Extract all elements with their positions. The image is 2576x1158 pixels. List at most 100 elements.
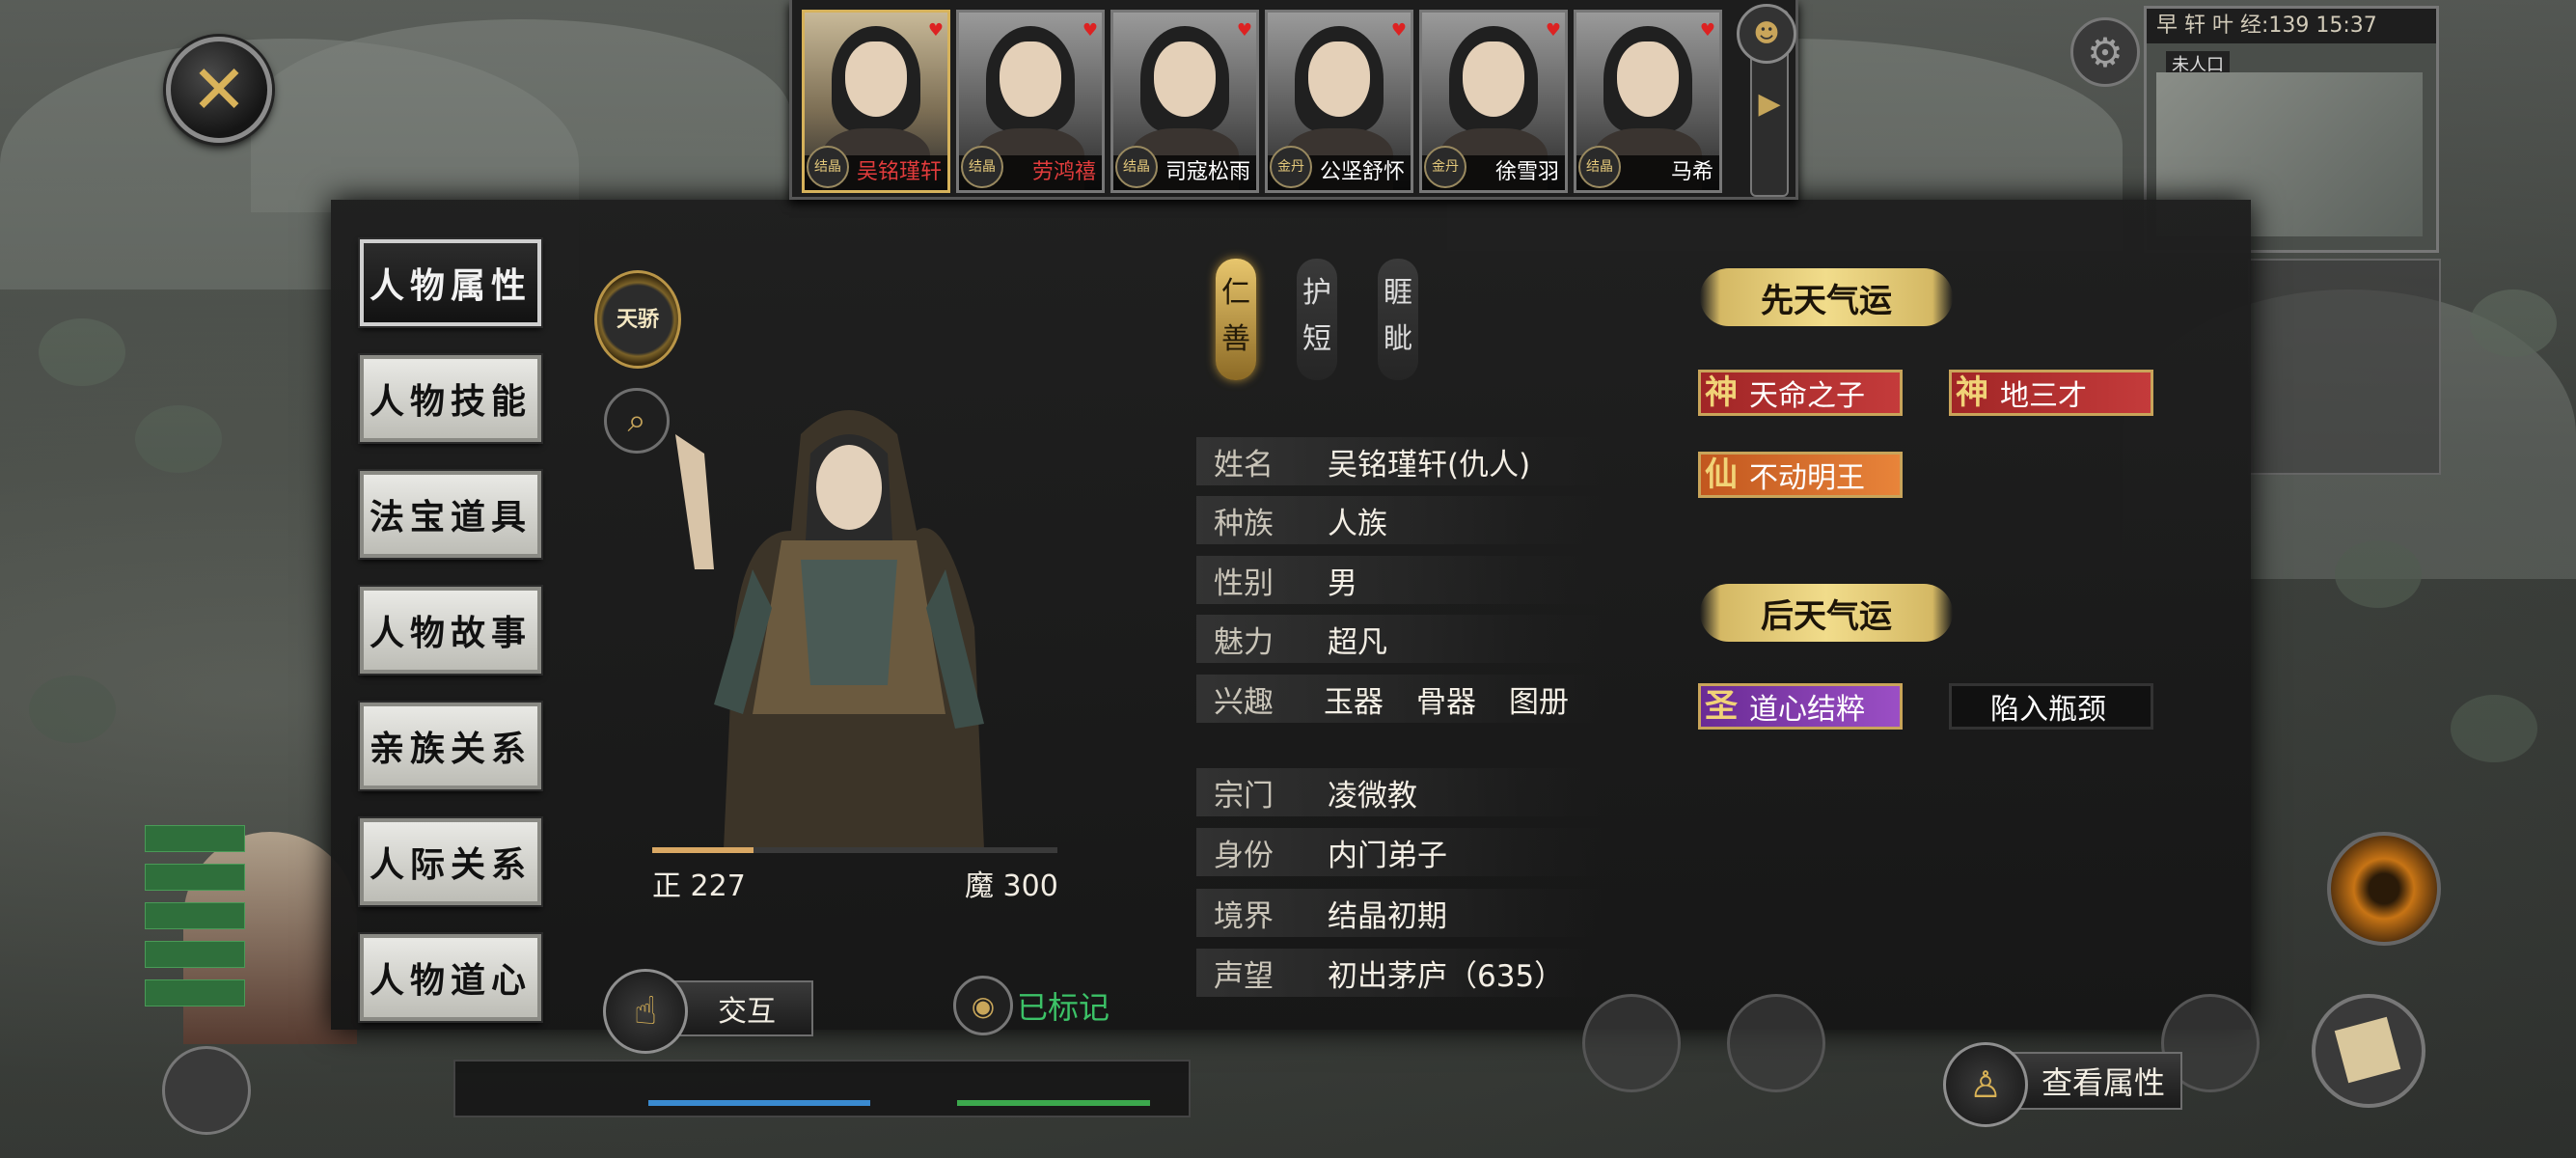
bottom-resource-strip xyxy=(453,1060,1191,1117)
menu-tab[interactable]: 人际关系 xyxy=(358,816,543,907)
heart-icon: ♥ xyxy=(1545,20,1561,41)
acquired-luck-title: 后天气运 xyxy=(1700,584,1953,642)
heart-icon: ♥ xyxy=(927,20,944,41)
rank-badge: 结晶 xyxy=(1115,146,1158,188)
character-figure xyxy=(675,410,984,849)
marked-label: 已标记 xyxy=(1017,989,1110,1026)
luck-glyph: 神 xyxy=(1705,373,1738,412)
bottom-action-icon[interactable] xyxy=(1727,994,1825,1092)
righteous-value: 正 227 xyxy=(652,869,746,903)
portrait-card[interactable]: ♥ 公坚舒怀 金丹 xyxy=(1265,10,1413,193)
hobby-item: 骨器 xyxy=(1416,684,1476,720)
menu-tab[interactable]: 法宝道具 xyxy=(358,469,543,560)
morality-bar-fill xyxy=(652,847,754,853)
menu-tab[interactable]: 人物道心 xyxy=(358,932,543,1023)
luck-label: 陷入瓶颈 xyxy=(1990,693,2106,727)
view-attributes-label: 查看属性 xyxy=(2003,1052,2182,1110)
hobby-item: 图册 xyxy=(1509,684,1569,720)
luck-tag[interactable]: 神天命之子 xyxy=(1698,370,1903,416)
group-members-icon[interactable]: ☻ xyxy=(1737,4,1796,64)
info-row-name: 姓名 吴铭瑾轩(仇人) xyxy=(1196,437,1602,485)
hobby-item: 玉器 xyxy=(1324,684,1384,720)
close-button[interactable]: ✕ xyxy=(166,37,272,143)
info-value: 玉器 骨器 图册 xyxy=(1324,677,1602,721)
innate-luck-title: 先天气运 xyxy=(1700,268,1953,326)
close-icon: ✕ xyxy=(190,50,248,129)
info-value: 男 xyxy=(1328,565,1357,601)
portrait-card[interactable]: ♥ 马希 结晶 xyxy=(1574,10,1722,193)
personality-trait[interactable]: 仁善 xyxy=(1216,259,1256,380)
rank-badge: 结晶 xyxy=(961,146,1003,188)
party-status-tags xyxy=(145,825,245,1018)
menu-tab[interactable]: 亲族关系 xyxy=(358,701,543,791)
portrait-card[interactable]: ♥ 劳鸿禧 结晶 xyxy=(956,10,1105,193)
luck-glyph: 神 xyxy=(1956,373,1988,412)
luck-tag[interactable]: 神地三才 xyxy=(1949,370,2153,416)
luck-label: 道心结粹 xyxy=(1749,693,1865,727)
login-reward-button[interactable] xyxy=(162,1046,251,1135)
personality-trait[interactable]: 护短 xyxy=(1297,259,1337,380)
info-value: 内门弟子 xyxy=(1328,838,1447,873)
vision-orb-icon[interactable] xyxy=(2327,832,2441,946)
info-key: 宗门 xyxy=(1214,778,1274,813)
info-value: 人族 xyxy=(1328,506,1387,541)
info-value: 吴铭瑾轩(仇人) xyxy=(1328,447,1531,482)
info-key: 境界 xyxy=(1214,898,1274,934)
marked-toggle[interactable]: ◉ 已标记 xyxy=(953,975,1110,1036)
luck-glyph: 圣 xyxy=(1705,687,1738,726)
luck-label: 天命之子 xyxy=(1749,379,1865,413)
info-value: 超凡 xyxy=(1328,624,1387,660)
luck-tag[interactable]: 陷入瓶颈 xyxy=(1949,683,2153,730)
info-key: 声望 xyxy=(1214,958,1274,994)
talent-badge: 天骄 xyxy=(594,270,681,369)
info-key: 身份 xyxy=(1214,838,1274,873)
info-row-sect: 宗门 凌微教 xyxy=(1196,768,1602,816)
interact-button[interactable]: 交互 ☝ xyxy=(603,969,815,1054)
heart-icon: ♥ xyxy=(1390,20,1407,41)
meditating-figure-icon: ♙ xyxy=(1943,1042,2028,1127)
rank-badge: 金丹 xyxy=(1424,146,1466,188)
info-key: 性别 xyxy=(1214,565,1274,601)
demonic-value: 魔 300 xyxy=(965,869,1058,903)
heart-icon: ♥ xyxy=(1236,20,1252,41)
info-row-gender: 性别 男 xyxy=(1196,556,1602,604)
quest-tracker[interactable] xyxy=(2248,259,2441,475)
talent-badge-label: 天骄 xyxy=(616,307,659,332)
letter-icon[interactable] xyxy=(2312,994,2425,1108)
luck-glyph: 仙 xyxy=(1705,455,1738,494)
rank-badge: 结晶 xyxy=(1578,146,1621,188)
view-attributes-button[interactable]: 查看属性 ♙ xyxy=(1943,1042,2182,1127)
eye-icon: ◉ xyxy=(953,976,1013,1035)
info-row-charm: 魅力 超凡 xyxy=(1196,615,1602,663)
menu-tab[interactable]: 人物属性 xyxy=(358,237,543,328)
luck-tag[interactable]: 仙不动明王 xyxy=(1698,452,1903,498)
info-row-race: 种族 人族 xyxy=(1196,496,1602,544)
rank-badge: 结晶 xyxy=(807,146,849,188)
bottom-action-icon[interactable] xyxy=(1582,994,1681,1092)
heart-icon: ♥ xyxy=(1082,20,1098,41)
info-key: 兴趣 xyxy=(1214,684,1274,720)
morality-bar xyxy=(652,847,1057,853)
personality-trait[interactable]: 睚眦 xyxy=(1378,259,1418,380)
luck-label: 不动明王 xyxy=(1749,461,1865,495)
menu-tab[interactable]: 人物技能 xyxy=(358,353,543,444)
minimap-title: 早 轩 叶 经:139 15:37 xyxy=(2147,9,2436,43)
info-row-hobby: 兴趣 玉器 骨器 图册 xyxy=(1196,675,1602,723)
info-row-fame: 声望 初出茅庐（635） xyxy=(1196,949,1602,997)
info-value: 初出茅庐（635） xyxy=(1328,958,1565,994)
info-key: 种族 xyxy=(1214,506,1274,541)
settings-gear-icon[interactable]: ⚙ xyxy=(2070,17,2140,87)
info-value: 结晶初期 xyxy=(1328,898,1447,934)
rank-badge: 金丹 xyxy=(1270,146,1312,188)
hand-pointer-icon: ☝ xyxy=(603,969,688,1054)
character-portrait-strip: ♥ 吴铭瑾轩 结晶 ♥ 劳鸿禧 结晶 ♥ 司寇松雨 结晶 ♥ 公坚舒怀 金丹 ♥ 徐雪羽 金丹 ♥ 马希 结晶 ▶ xyxy=(789,0,1798,200)
portrait-card[interactable]: ♥ 吴铭瑾轩 结晶 xyxy=(802,10,950,193)
menu-tab[interactable]: 人物故事 xyxy=(358,585,543,676)
info-row-identity: 身份 内门弟子 xyxy=(1196,828,1602,876)
info-key: 魅力 xyxy=(1214,624,1274,660)
portrait-card[interactable]: ♥ 徐雪羽 金丹 xyxy=(1419,10,1568,193)
heart-icon: ♥ xyxy=(1699,20,1715,41)
luck-label: 地三才 xyxy=(2000,379,2087,413)
luck-tag[interactable]: 圣道心结粹 xyxy=(1698,683,1903,730)
portrait-card[interactable]: ♥ 司寇松雨 结晶 xyxy=(1110,10,1259,193)
